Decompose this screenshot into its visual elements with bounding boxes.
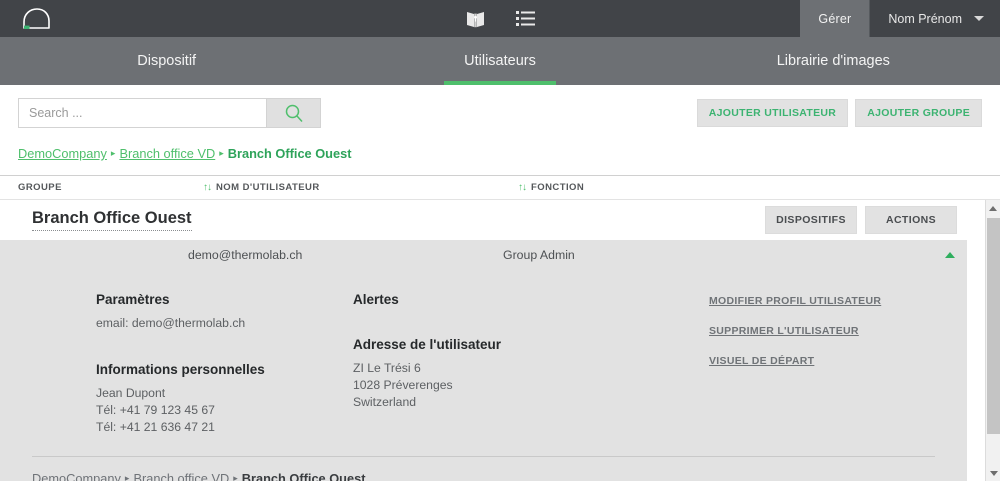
search-input[interactable]	[18, 98, 266, 128]
chevron-up-icon	[989, 205, 997, 211]
scrollbar-thumb[interactable]	[987, 218, 1000, 434]
chevron-down-icon	[989, 470, 998, 476]
user-detail-columns: Paramètres email: demo@thermolab.ch Info…	[0, 292, 967, 436]
column-header-username[interactable]: ↑↓ NOM D'UTILISATEUR	[203, 182, 518, 193]
column-header-groupe-label: GROUPE	[18, 182, 62, 193]
breadcrumb-separator-icon: ▸	[233, 473, 238, 482]
column-header-fonction[interactable]: ↑↓ FONCTION	[518, 182, 1000, 193]
breadcrumb-separator-icon: ▸	[219, 148, 224, 158]
breadcrumb-separator-icon: ▸	[110, 148, 116, 158]
table-row[interactable]: demo@thermolab.ch Group Admin	[0, 240, 967, 270]
address-line-2: 1028 Préverenges	[353, 378, 453, 392]
tab-dispositif[interactable]: Dispositif	[0, 37, 333, 85]
detail-column-middle: Alertes Adresse de l'utilisateur ZI Le T…	[353, 292, 703, 436]
breadcrumb-link-democompany[interactable]: DemoCompany	[18, 146, 107, 161]
user-name-label: Nom Prénom	[888, 11, 962, 26]
add-group-button[interactable]: AJOUTER GROUPE	[855, 99, 982, 127]
tab-utilisateurs[interactable]: Utilisateurs	[333, 37, 666, 85]
breadcrumb-current: Branch Office Ouest	[227, 146, 352, 161]
user-row-username: demo@thermolab.ch	[188, 248, 303, 262]
user-detail-panel: Paramètres email: demo@thermolab.ch Info…	[0, 270, 967, 481]
breadcrumb-link-branch-office-vd[interactable]: Branch office VD	[119, 146, 215, 161]
breadcrumb-link-democompany[interactable]: DemoCompany	[32, 471, 121, 481]
vertical-scrollbar[interactable]	[985, 200, 1000, 481]
edit-user-profile-link[interactable]: MODIFIER PROFIL UTILISATEUR	[709, 295, 949, 307]
sort-icon: ↑↓	[203, 182, 212, 193]
settings-heading: Paramètres	[96, 292, 170, 307]
settings-email: email: demo@thermolab.ch	[96, 316, 246, 330]
search-button[interactable]	[266, 98, 321, 128]
map-book-icon[interactable]	[463, 7, 487, 31]
breadcrumb-separator-icon: ▸	[124, 473, 130, 482]
search-box	[18, 98, 321, 128]
delete-user-link[interactable]: SUPPRIMER L'UTILISATEUR	[709, 325, 949, 337]
user-menu[interactable]: Nom Prénom	[869, 0, 1000, 37]
address-line-3: Switzerland	[353, 395, 416, 409]
toolbar-actions: AJOUTER UTILISATEUR AJOUTER GROUPE	[696, 99, 982, 127]
personal-name: Jean Dupont	[96, 386, 166, 400]
alerts-heading: Alertes	[353, 292, 399, 307]
main-nav: Dispositif Utilisateurs Librairie d'imag…	[0, 37, 1000, 85]
group-row-actions: DISPOSITIFS ACTIONS	[765, 206, 957, 234]
breadcrumb: DemoCompany ▸ Branch office VD ▸ Branch …	[32, 471, 366, 481]
top-bar: Gérer Nom Prénom	[0, 0, 1000, 37]
tab-librairie-images[interactable]: Librairie d'images	[667, 37, 1000, 85]
logo-area[interactable]	[0, 0, 96, 37]
breadcrumb-current: Branch Office Ouest	[241, 471, 366, 481]
manage-tab[interactable]: Gérer	[800, 0, 870, 37]
table-scroll-area: Branch Office Ouest DISPOSITIFS ACTIONS …	[0, 200, 1000, 481]
sort-icon: ↑↓	[518, 182, 527, 193]
column-header-username-label: NOM D'UTILISATEUR	[216, 182, 320, 193]
group-row: Branch Office Ouest DISPOSITIFS ACTIONS	[0, 200, 967, 240]
table-body: Branch Office Ouest DISPOSITIFS ACTIONS …	[0, 200, 967, 481]
detail-column-left: Paramètres email: demo@thermolab.ch Info…	[18, 292, 353, 436]
scroll-down-button[interactable]	[986, 465, 1000, 481]
breadcrumb-bottom-bar: DemoCompany ▸ Branch office VD ▸ Branch …	[0, 457, 967, 481]
column-header-fonction-label: FONCTION	[531, 182, 585, 193]
personal-phone-1: Tél: +41 79 123 45 67	[96, 403, 215, 417]
list-icon[interactable]	[513, 7, 537, 31]
cloud-logo-icon	[23, 7, 50, 29]
chevron-up-icon[interactable]	[945, 252, 955, 258]
top-right-group: Gérer Nom Prénom	[800, 0, 1000, 37]
toolbar: AJOUTER UTILISATEUR AJOUTER GROUPE	[0, 85, 1000, 141]
user-row-function: Group Admin	[503, 248, 575, 262]
app-root: Gérer Nom Prénom Dispositif Utilisateurs…	[0, 0, 1000, 500]
devices-button[interactable]: DISPOSITIFS	[765, 206, 857, 234]
table-header: GROUPE ↑↓ NOM D'UTILISATEUR ↑↓ FONCTION	[0, 176, 1000, 200]
chevron-down-icon	[974, 16, 984, 21]
breadcrumb: DemoCompany ▸ Branch office VD ▸ Branch …	[18, 146, 352, 161]
search-icon	[285, 104, 303, 123]
scroll-up-button[interactable]	[986, 200, 1000, 216]
personal-info-heading: Informations personnelles	[96, 362, 265, 377]
actions-button[interactable]: ACTIONS	[865, 206, 957, 234]
detail-column-links: MODIFIER PROFIL UTILISATEUR SUPPRIMER L'…	[703, 292, 949, 436]
column-header-groupe[interactable]: GROUPE	[18, 182, 203, 193]
breadcrumb-top-bar: DemoCompany ▸ Branch office VD ▸ Branch …	[0, 141, 1000, 175]
breadcrumb-link-branch-office-vd[interactable]: Branch office VD	[133, 471, 229, 481]
personal-phone-2: Tél: +41 21 636 47 21	[96, 420, 215, 434]
add-user-button[interactable]: AJOUTER UTILISATEUR	[696, 99, 849, 127]
address-line-1: ZI Le Trési 6	[353, 361, 421, 375]
start-visual-link[interactable]: VISUEL DE DÉPART	[709, 355, 949, 367]
group-title[interactable]: Branch Office Ouest	[32, 209, 192, 231]
address-heading: Adresse de l'utilisateur	[353, 337, 502, 352]
